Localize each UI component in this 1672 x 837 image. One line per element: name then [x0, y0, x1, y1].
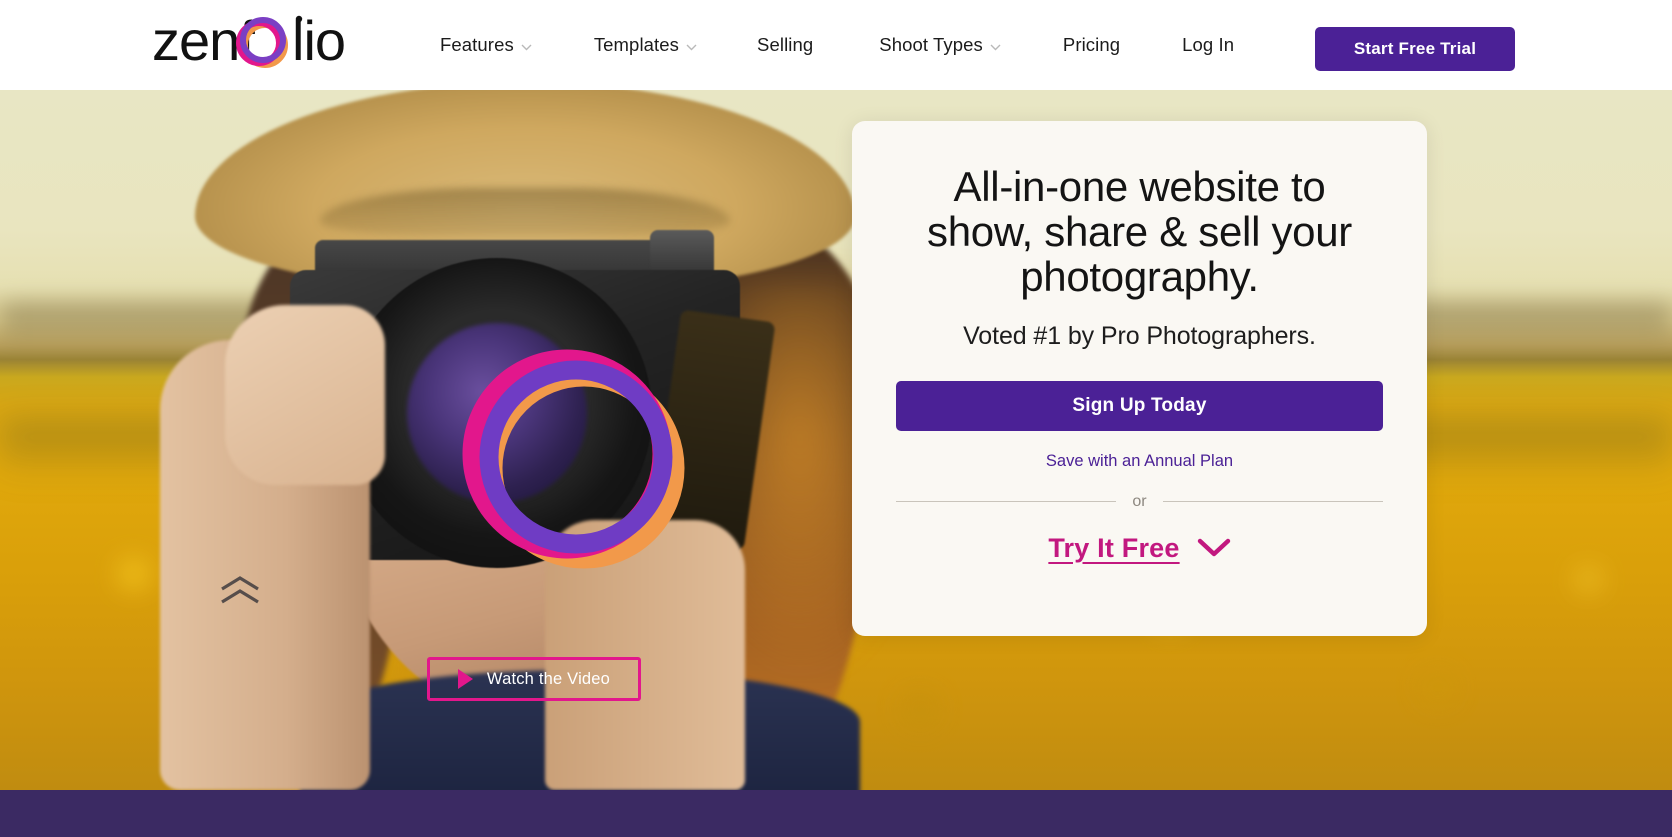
hand-left — [225, 305, 385, 485]
zenfolio-ring-overlay-icon — [450, 335, 700, 585]
nav-item-log-in[interactable]: Log In — [1182, 34, 1234, 56]
nav-item-label: Templates — [593, 34, 680, 55]
zenfolio-landing-page: zenf lio Features Templates Selling Shoo… — [0, 0, 1672, 837]
nav-item-pricing[interactable]: Pricing — [1063, 34, 1120, 56]
hero-subheadline: Voted #1 by Pro Photographers. — [963, 321, 1316, 350]
chevron-down-icon — [686, 44, 697, 51]
watch-video-label: Watch the Video — [486, 669, 611, 688]
chevron-tattoo-icon — [218, 575, 262, 607]
try-it-free-link[interactable]: Try It Free — [1048, 533, 1230, 564]
divider-line-left — [896, 501, 1117, 503]
nav-item-selling[interactable]: Selling — [757, 34, 813, 56]
play-icon — [457, 669, 473, 689]
annual-plan-link[interactable]: Save with an Annual Plan — [1046, 452, 1233, 471]
nav-item-templates[interactable]: Templates — [594, 34, 697, 56]
zenfolio-logo[interactable]: zenf lio — [152, 12, 352, 74]
chevron-down-icon — [521, 44, 532, 51]
nav-item-label: Pricing — [1062, 34, 1121, 55]
sign-up-today-button[interactable]: Sign Up Today — [896, 380, 1383, 431]
watch-video-button[interactable]: Watch the Video — [427, 657, 641, 701]
divider-label: or — [1132, 492, 1147, 510]
nav-item-features[interactable]: Features — [440, 34, 532, 56]
or-divider: or — [896, 492, 1384, 511]
nav-item-label: Features — [440, 34, 514, 55]
nav-links: Features Templates Selling Shoot Types P… — [440, 0, 1234, 90]
nav-item-label: Selling — [757, 34, 814, 55]
hat-band — [320, 188, 730, 236]
try-it-free-label: Try It Free — [1048, 532, 1180, 563]
nav-item-label: Shoot Types — [879, 34, 983, 55]
nav-item-shoot-types[interactable]: Shoot Types — [879, 34, 1001, 56]
chevron-down-icon — [1197, 538, 1231, 558]
chevron-down-icon — [990, 44, 1001, 51]
divider-line-right — [1162, 501, 1384, 503]
start-free-trial-button[interactable]: Start Free Trial — [1315, 27, 1515, 71]
footer-bar — [0, 790, 1672, 837]
top-navigation-bar: zenf lio Features Templates Selling Shoo… — [0, 0, 1672, 90]
page-title: All-in-one website to show, share & sell… — [927, 163, 1352, 300]
hero-signup-card: All-in-one website to show, share & sell… — [852, 121, 1427, 636]
nav-item-label: Log In — [1182, 34, 1235, 55]
